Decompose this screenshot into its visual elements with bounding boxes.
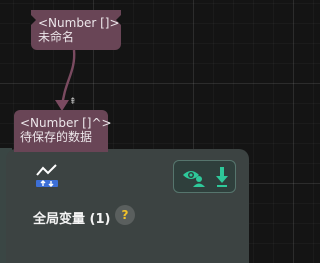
node-action-group bbox=[173, 160, 236, 193]
help-icon[interactable]: ? bbox=[115, 205, 135, 225]
user-view-icon[interactable] bbox=[181, 167, 207, 191]
source-port[interactable]: <Number []> 未命名 bbox=[30, 10, 122, 50]
download-icon[interactable] bbox=[214, 165, 230, 193]
source-port-type: <Number []> bbox=[38, 16, 120, 30]
node-title: 全局变量 (1) bbox=[33, 212, 111, 227]
target-port-type: <Number []^> bbox=[20, 116, 112, 130]
global-variable-node[interactable]: 全局变量 (1) ? bbox=[6, 149, 249, 263]
target-port-name: 待保存的数据 bbox=[20, 130, 93, 144]
collapse-toggle-icon[interactable]: ⇞ bbox=[69, 97, 77, 107]
chart-upload-icon bbox=[34, 162, 60, 192]
source-port-name: 未命名 bbox=[38, 30, 75, 44]
target-port[interactable]: <Number []^> 待保存的数据 bbox=[14, 110, 112, 152]
